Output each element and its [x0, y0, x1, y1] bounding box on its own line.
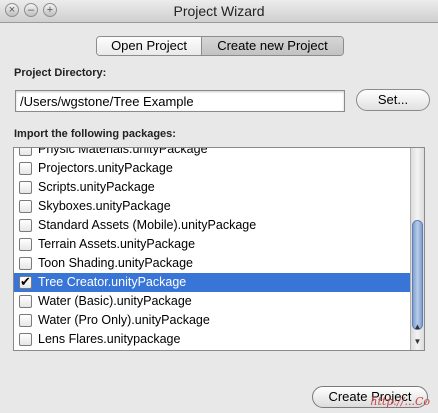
- package-label: Toon Shading.unityPackage: [38, 256, 193, 270]
- checkmark-icon: ✔: [20, 274, 31, 289]
- package-checkbox[interactable]: [19, 148, 32, 156]
- packages-label: Import the following packages:: [14, 128, 176, 140]
- package-row[interactable]: Scripts.unityPackage: [14, 178, 410, 197]
- package-row[interactable]: Terrain Assets.unityPackage: [14, 235, 410, 254]
- package-label: Water (Pro Only).unityPackage: [38, 313, 210, 327]
- title-bar: × – + Project Wizard: [0, 0, 438, 23]
- package-row[interactable]: Skyboxes.unityPackage: [14, 197, 410, 216]
- package-row[interactable]: Water (Basic).unityPackage: [14, 292, 410, 311]
- package-checkbox[interactable]: [19, 295, 32, 308]
- set-directory-button[interactable]: Set...: [356, 89, 430, 111]
- tab-create-new-project[interactable]: Create new Project: [202, 37, 343, 55]
- project-mode-tabs: Open Project Create new Project: [96, 36, 344, 56]
- package-row[interactable]: Physic Materials.unityPackage: [14, 147, 410, 159]
- package-list[interactable]: Physic Materials.unityPackage Projectors.…: [13, 147, 425, 351]
- package-label: Scripts.unityPackage: [38, 180, 155, 194]
- watermark-logo: http://...Co: [370, 395, 430, 408]
- package-checkbox[interactable]: [19, 200, 32, 213]
- package-label: Lens Flares.unitypackage: [38, 332, 181, 346]
- package-checkbox[interactable]: [19, 162, 32, 175]
- scroll-up-arrow-icon[interactable]: ▲: [411, 320, 424, 334]
- package-row[interactable]: Lens Flares.unitypackage: [14, 330, 410, 349]
- scrollbar-thumb[interactable]: [412, 220, 423, 330]
- package-row[interactable]: Toon Shading.unityPackage: [14, 254, 410, 273]
- tab-open-project[interactable]: Open Project: [97, 37, 202, 55]
- package-label: Projectors.unityPackage: [38, 161, 173, 175]
- package-label: Physic Materials.unityPackage: [38, 147, 208, 156]
- scroll-down-arrow-icon[interactable]: ▼: [411, 335, 424, 349]
- package-checkbox[interactable]: [19, 257, 32, 270]
- package-row[interactable]: Projectors.unityPackage: [14, 159, 410, 178]
- package-checkbox[interactable]: [19, 333, 32, 346]
- package-row[interactable]: Standard Assets (Mobile).unityPackage: [14, 216, 410, 235]
- package-checkbox[interactable]: [19, 314, 32, 327]
- project-wizard-window: × – + Project Wizard Open Project Create…: [0, 0, 438, 413]
- package-label: Terrain Assets.unityPackage: [38, 237, 196, 251]
- package-checkbox[interactable]: ✔: [19, 274, 32, 289]
- package-row[interactable]: Water (Pro Only).unityPackage: [14, 311, 410, 330]
- package-label: Water (Basic).unityPackage: [38, 294, 192, 308]
- package-rows: Physic Materials.unityPackage Projectors.…: [14, 147, 410, 349]
- package-label: Tree Creator.unityPackage: [38, 275, 187, 289]
- package-checkbox[interactable]: [19, 181, 32, 194]
- package-checkbox[interactable]: [19, 219, 32, 232]
- package-label: Skyboxes.unityPackage: [38, 199, 171, 213]
- package-row[interactable]: ✔ Tree Creator.unityPackage: [14, 273, 410, 292]
- package-label: Standard Assets (Mobile).unityPackage: [38, 218, 257, 232]
- window-title: Project Wizard: [173, 3, 265, 19]
- project-directory-label: Project Directory:: [14, 67, 107, 79]
- package-checkbox[interactable]: [19, 238, 32, 251]
- package-list-scrollbar[interactable]: ▲ ▼: [410, 148, 424, 350]
- project-directory-input[interactable]: [15, 90, 345, 112]
